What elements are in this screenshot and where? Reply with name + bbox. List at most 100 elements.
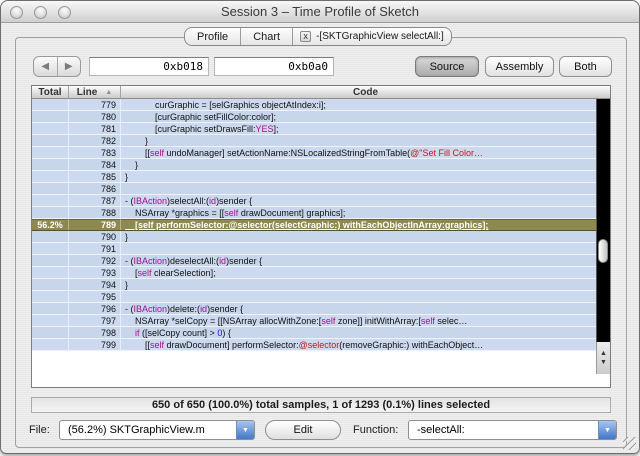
file-popup[interactable]: (56.2%) SKTGraphicView.m ▼: [59, 420, 255, 440]
code-cell: }: [125, 232, 129, 242]
function-popup[interactable]: -selectAll: ▼: [408, 420, 617, 440]
total-percent-cell: [32, 339, 69, 350]
status-bar: 650 of 650 (100.0%) total samples, 1 of …: [31, 397, 611, 413]
table-row[interactable]: 780 [curGraphic setFillColor:color];: [32, 111, 596, 123]
edit-button-label: Edit: [293, 424, 313, 436]
total-percent-cell: [32, 159, 69, 170]
sort-ascending-icon: ▲: [105, 88, 113, 96]
table-row[interactable]: 798 if ([selCopy count] > 0) {: [32, 327, 596, 339]
code-header-label: Code: [353, 86, 378, 98]
table-row[interactable]: 793 [self clearSelection];: [32, 267, 596, 279]
total-percent-cell: [32, 231, 69, 242]
code-cell: }: [125, 280, 129, 290]
function-label: Function:: [353, 424, 399, 436]
back-arrow-icon: ◀: [41, 61, 50, 72]
back-button[interactable]: ◀: [34, 57, 58, 76]
line-number-cell: 783: [69, 147, 121, 158]
scrollbar-arrows: ▲ ▼: [596, 342, 610, 374]
line-number-cell: 795: [69, 291, 121, 302]
title-bar[interactable]: Session 3 – Time Profile of Sketch: [1, 1, 639, 23]
scroll-down-icon[interactable]: ▼: [600, 359, 607, 366]
table-row[interactable]: 794}: [32, 279, 596, 291]
table-row[interactable]: 796 - (IBAction)delete:(id)sender {: [32, 303, 596, 315]
source-button-label: Source: [429, 60, 465, 73]
line-number-cell: 782: [69, 135, 121, 146]
table-row[interactable]: 56.2% 789 [self performSelector:@selector…: [32, 219, 596, 231]
table-row[interactable]: 785}: [32, 171, 596, 183]
total-percent-cell: [32, 255, 69, 266]
total-percent-cell: [32, 291, 69, 302]
code-cell: [self performSelector:@selector(selectGr…: [125, 220, 489, 230]
line-number-cell: 794: [69, 279, 121, 290]
scroll-up-icon[interactable]: ▲: [600, 350, 607, 357]
edit-button[interactable]: Edit: [265, 420, 341, 440]
tab-chart[interactable]: Chart: [241, 28, 294, 45]
table-row[interactable]: 786: [32, 183, 596, 195]
table-row[interactable]: 788 NSArray *graphics = [[self drawDocum…: [32, 207, 596, 219]
table-row[interactable]: 791: [32, 243, 596, 255]
session-window: Session 3 – Time Profile of Sketch Profi…: [0, 0, 640, 454]
line-number-cell: 779: [69, 99, 121, 110]
table-row[interactable]: 787 - (IBAction)selectAll:(id)sender {: [32, 195, 596, 207]
forward-button[interactable]: ▶: [58, 57, 81, 76]
code-cell: [[self drawDocument] performSelector:@se…: [125, 340, 484, 350]
table-body: 779 curGraphic = [selGraphics objectAtIn…: [32, 99, 610, 387]
column-header-line[interactable]: Line ▲: [69, 86, 121, 98]
resize-grip[interactable]: [623, 437, 636, 450]
vertical-scrollbar-thumb[interactable]: [598, 239, 608, 263]
vertical-scrollbar-track[interactable]: [596, 99, 610, 342]
function-popup-value: -selectAll:: [417, 424, 465, 436]
line-number-cell: 798: [69, 327, 121, 338]
tab-function-source[interactable]: x -[SKTGraphicView selectAll:]: [293, 28, 451, 45]
code-cell: if ([selCopy count] > 0) {: [135, 328, 231, 338]
line-number-cell: 785: [69, 171, 121, 182]
table-header: Total Line ▲ Code: [32, 86, 610, 99]
line-number-cell: 781: [69, 123, 121, 134]
table-row[interactable]: 797 NSArray *selCopy = [[NSArray allocWi…: [32, 315, 596, 327]
line-number-cell: 787: [69, 195, 121, 206]
line-number-cell: 796: [69, 303, 121, 314]
total-percent-cell: [32, 99, 69, 110]
total-percent-cell: [32, 303, 69, 314]
assembly-button[interactable]: Assembly: [485, 56, 554, 77]
column-header-total[interactable]: Total: [32, 86, 69, 98]
line-number-cell: 793: [69, 267, 121, 278]
code-cell: }: [125, 136, 149, 146]
table-row[interactable]: 792 - (IBAction)deselectAll:(id)sender {: [32, 255, 596, 267]
source-code-table: Total Line ▲ Code 779 curGraphic = [selG…: [31, 85, 611, 388]
total-percent-cell: [32, 243, 69, 254]
line-number-cell: 799: [69, 339, 121, 350]
address-start-field[interactable]: [89, 57, 209, 76]
code-cell: [121, 243, 596, 254]
table-row[interactable]: 795: [32, 291, 596, 303]
both-button[interactable]: Both: [559, 56, 612, 77]
tab-close-icon[interactable]: x: [300, 31, 312, 42]
table-row[interactable]: 799 [[self drawDocument] performSelector…: [32, 339, 596, 351]
line-number-cell: 788: [69, 207, 121, 218]
tab-profile[interactable]: Profile: [185, 28, 242, 45]
file-label: File:: [29, 424, 50, 436]
total-percent-cell: [32, 327, 69, 338]
line-header-label: Line: [76, 86, 98, 98]
line-number-cell: 791: [69, 243, 121, 254]
code-cell: - (IBAction)delete:(id)sender {: [125, 304, 244, 314]
window-title: Session 3 – Time Profile of Sketch: [221, 4, 419, 19]
tab-function-label: -[SKTGraphicView selectAll:]: [316, 31, 444, 42]
table-row[interactable]: 784 }: [32, 159, 596, 171]
code-cell: [121, 183, 596, 194]
table-row[interactable]: 779 curGraphic = [selGraphics objectAtIn…: [32, 99, 596, 111]
table-row[interactable]: 781 [curGraphic setDrawsFill:YES];: [32, 123, 596, 135]
both-button-label: Both: [574, 60, 597, 73]
source-button[interactable]: Source: [415, 56, 479, 77]
table-row[interactable]: 782 }: [32, 135, 596, 147]
address-end-field[interactable]: [214, 57, 334, 76]
table-row[interactable]: 783 [[self undoManager] setActionName:NS…: [32, 147, 596, 159]
total-percent-cell: [32, 267, 69, 278]
line-number-cell: 786: [69, 183, 121, 194]
table-row[interactable]: 790}: [32, 231, 596, 243]
code-cell: }: [125, 160, 139, 170]
column-header-code[interactable]: Code: [121, 86, 610, 98]
total-percent-cell: [32, 147, 69, 158]
code-cell: }: [125, 172, 129, 182]
total-percent-cell: [32, 171, 69, 182]
